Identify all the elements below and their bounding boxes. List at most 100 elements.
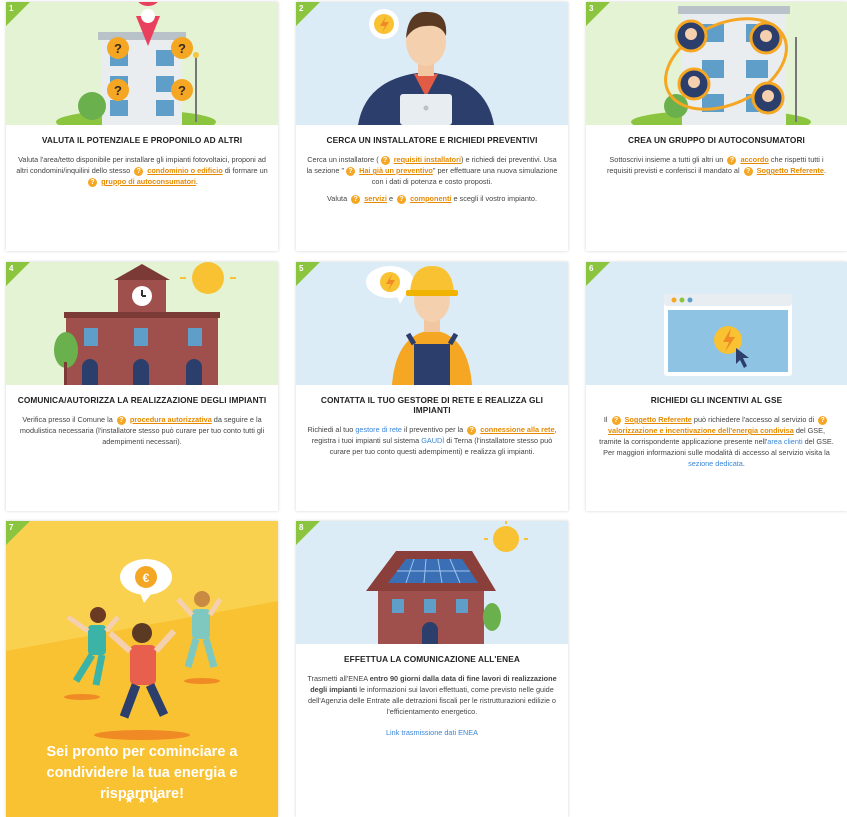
link-gaudi[interactable]: GAUDÌ xyxy=(421,436,444,445)
text-segment: Verifica presso il Comune la xyxy=(22,415,113,424)
step-badge: 2 xyxy=(296,2,320,26)
enea-link-row: Link trasmissione dati ENEA xyxy=(306,727,558,738)
link-trasmissione-dati-enea[interactable]: Link trasmissione dati ENEA xyxy=(386,728,478,737)
info-icon: ? xyxy=(467,425,477,435)
step-badge: 6 xyxy=(586,262,610,286)
step-3-illustration: 3 xyxy=(586,2,847,125)
link-componenti[interactable]: componenti xyxy=(410,194,451,203)
text-segment: e xyxy=(388,194,394,203)
card-text-2: Valuta ? servizi e ? componenti e scegli… xyxy=(306,193,558,204)
card-text: Cerca un installatore (? requisiti insta… xyxy=(306,154,558,187)
card-text: Il ? Soggetto Referente può richiedere l… xyxy=(596,414,837,469)
text-segment: e scegli il vostro impianto. xyxy=(453,194,538,203)
info-icon: ? xyxy=(134,166,144,176)
link-gruppo-autoconsumatori[interactable]: gruppo di autoconsumatori xyxy=(101,177,196,186)
info-icon: ? xyxy=(818,415,828,425)
text-segment: può richiedere l'accesso al servizio di xyxy=(693,415,815,424)
info-icon: ? xyxy=(346,166,356,176)
step-8-illustration: 8 xyxy=(296,521,568,644)
card-title: VALUTA IL POTENZIALE E PROPONILO AD ALTR… xyxy=(41,135,243,145)
info-icon: ? xyxy=(351,194,361,204)
step-number: 7 xyxy=(9,523,14,532)
link-procedura-autorizzativa[interactable]: procedura autorizzativa xyxy=(130,415,212,424)
stars-decoration: ★ ★ ★ xyxy=(124,794,160,806)
text-segment: Richiedi al tuo xyxy=(307,425,354,434)
link-area-clienti[interactable]: area clienti xyxy=(767,437,802,446)
step-card-4: 4 COMUNICA/AUTORIZZA LA REALIZZAZIONE DE… xyxy=(6,262,278,511)
svg-text:?: ? xyxy=(114,83,122,98)
link-soggetto-referente[interactable]: Soggetto Referente xyxy=(757,166,824,175)
link-gestore-di-rete[interactable]: gestore di rete xyxy=(355,425,402,434)
text-segment: il preventivo per la xyxy=(404,425,464,434)
step-1-illustration: ?? ?? 1 xyxy=(6,2,278,125)
card-title: COMUNICA/AUTORIZZA LA REALIZZAZIONE DEGL… xyxy=(17,395,267,405)
step-number: 6 xyxy=(589,264,594,273)
text-segment: . xyxy=(823,166,827,175)
step-badge: 3 xyxy=(586,2,610,26)
step-number: 5 xyxy=(299,264,304,273)
svg-text:€: € xyxy=(143,571,150,585)
svg-text:?: ? xyxy=(114,41,122,56)
step-card-3: 3 CREA UN GRUPPO DI AUTOCONSUMATORI Sott… xyxy=(586,2,847,251)
svg-text:?: ? xyxy=(178,41,186,56)
step-badge: 4 xyxy=(6,262,30,286)
card-title: CERCA UN INSTALLATORE E RICHIEDI PREVENT… xyxy=(326,135,538,145)
text-segment: Trasmetti all'ENEA xyxy=(307,674,368,683)
step-4-illustration: 4 xyxy=(6,262,278,385)
info-icon: ? xyxy=(397,194,407,204)
building-question-illustration: ?? ?? xyxy=(56,2,216,125)
info-icon: ? xyxy=(743,166,753,176)
card-title: RICHIEDI GLI INCENTIVI AL GSE xyxy=(650,395,783,405)
card-title: EFFETTUA LA COMUNICAZIONE ALL'ENEA xyxy=(344,654,520,664)
step-number: 2 xyxy=(299,4,304,13)
step-6-illustration: 6 xyxy=(586,262,847,385)
house-solar-illustration xyxy=(366,521,528,644)
card-text: Sottoscrivi insieme a tutti gli altri un… xyxy=(596,154,837,176)
step-badge: 8 xyxy=(296,521,320,545)
step-5-illustration: 5 xyxy=(296,262,568,385)
step-card-7: € 7 Sei pronto per cominciare a condivid… xyxy=(6,521,278,817)
link-connessione-alla-rete[interactable]: connessione alla rete xyxy=(480,425,554,434)
person-center xyxy=(107,623,177,719)
link-requisiti-installatori[interactable]: requisiti installatori xyxy=(394,155,461,164)
text-segment: Sottoscrivi insieme a tutti gli altri un xyxy=(609,155,724,164)
step-number: 4 xyxy=(9,264,14,273)
card-text: Valuta l'area/tetto disponibile per inst… xyxy=(16,154,268,187)
step-badge: 1 xyxy=(6,2,30,26)
browser-window-illustration xyxy=(664,294,792,376)
svg-text:?: ? xyxy=(178,83,186,98)
group-building-illustration xyxy=(631,6,811,125)
link-servizi[interactable]: servizi xyxy=(364,194,387,203)
card-title: CREA UN GRUPPO DI AUTOCONSUMATORI xyxy=(628,135,805,145)
info-icon: ? xyxy=(88,177,98,187)
info-icon: ? xyxy=(727,155,737,165)
card-text: Verifica presso il Comune la ? procedura… xyxy=(16,414,268,447)
text-segment: di formare un xyxy=(224,166,268,175)
text-segment: Valuta xyxy=(326,194,348,203)
info-icon: ? xyxy=(116,415,126,425)
step-badge: 5 xyxy=(296,262,320,286)
text-segment: Cerca un installatore ( xyxy=(307,155,379,164)
step-number: 3 xyxy=(589,4,594,13)
card-title: CONTATTA IL TUO GESTORE DI RETE E REALIZ… xyxy=(320,395,544,415)
link-sezione-dedicata[interactable]: sezione dedicata xyxy=(688,459,743,468)
step-2-illustration: 2 xyxy=(296,2,568,125)
text-segment: Il xyxy=(603,415,608,424)
step-badge: 7 xyxy=(6,521,30,545)
link-accordo[interactable]: accordo xyxy=(740,155,768,164)
card-text: Richiedi al tuo gestore di rete il preve… xyxy=(306,424,558,457)
step-number: 1 xyxy=(9,4,14,13)
link-condominio[interactable]: condominio o edificio xyxy=(147,166,222,175)
info-icon: ? xyxy=(380,155,390,165)
card-text: Trasmetti all'ENEA entro 90 giorni dalla… xyxy=(306,673,558,717)
worker-helmet-illustration xyxy=(366,266,472,385)
info-icon: ? xyxy=(611,415,621,425)
text-segment: . xyxy=(742,459,745,468)
step-card-1: ?? ?? 1 VALUTA IL POTENZIALE E PROPONILO… xyxy=(6,2,278,251)
link-soggetto-referente[interactable]: Soggetto Referente xyxy=(625,415,692,424)
step-card-8: 8 EFFETTUA LA COMUNICAZIONE ALL'ENEA Tra… xyxy=(296,521,568,817)
step-card-5: 5 CONTATTA IL TUO GESTORE DI RETE E REAL… xyxy=(296,262,568,511)
step-number: 8 xyxy=(299,523,304,532)
link-valorizzazione-incentivazione[interactable]: valorizzazione e incentivazione dell'ene… xyxy=(608,426,794,435)
link-hai-gia-un-preventivo[interactable]: Hai già un preventivo xyxy=(359,166,433,175)
